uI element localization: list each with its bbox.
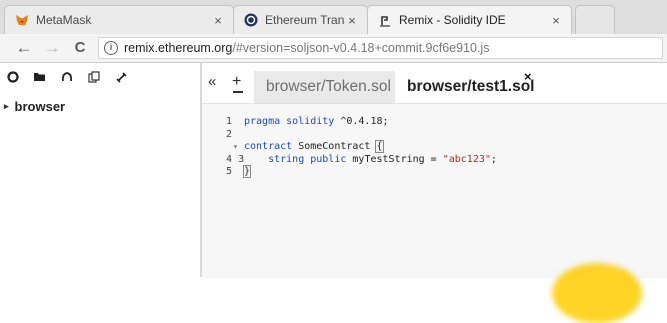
browser-tab-metamask[interactable]: MetaMask ×: [4, 5, 234, 34]
editor-tab-bar: « + browser/Token.sol browser/test1.sol …: [202, 63, 667, 103]
line-number-gutter: 1 2 3 ▾ 4 5: [202, 116, 244, 179]
code-line: contract SomeContract {: [244, 140, 497, 154]
code-editor[interactable]: 1 2 3 ▾ 4 5 pragma solidity ^0.4.18; con…: [202, 103, 667, 278]
open-folder-icon[interactable]: [33, 71, 47, 85]
code-identifier: myTestString: [352, 153, 425, 165]
browser-tab-strip: MetaMask × Ethereum Transaction 0x × Rem…: [0, 0, 667, 34]
browser-tab-remix[interactable]: Remix - Solidity IDE ×: [367, 5, 572, 34]
file-explorer-panel: ▸ browser: [0, 63, 200, 277]
code-string: "abc123": [442, 153, 491, 165]
folder-browser[interactable]: ▸ browser: [4, 99, 65, 114]
reload-button[interactable]: C: [70, 37, 90, 59]
line-number: 4: [225, 153, 232, 165]
code-lines[interactable]: pragma solidity ^0.4.18; contract SomeCo…: [242, 116, 497, 179]
metamask-fox-icon: [15, 13, 29, 27]
code-line: pragma solidity ^0.4.18;: [244, 116, 497, 129]
url-host: remix.ethereum.org: [124, 41, 233, 55]
browser-tab-etherscan[interactable]: Ethereum Transaction 0x ×: [233, 5, 368, 34]
add-file-button[interactable]: +: [232, 73, 244, 93]
code-punct: =: [424, 153, 443, 165]
forward-button[interactable]: →: [42, 37, 62, 59]
close-editor-tab-icon[interactable]: ×: [524, 69, 532, 84]
code-punct: ;: [382, 116, 389, 127]
tab-title: Remix - Solidity IDE: [399, 13, 506, 27]
line-number: 1: [225, 116, 232, 127]
tab-title: Ethereum Transaction 0x: [265, 13, 345, 27]
code-keyword: string public: [268, 153, 347, 165]
collapse-panel-button[interactable]: «: [208, 73, 216, 90]
line-number-row: 3 ▾: [202, 141, 244, 165]
github-icon[interactable]: [60, 71, 74, 85]
remix-icon: [378, 13, 392, 27]
fold-arrow-icon[interactable]: ▾: [233, 141, 238, 154]
address-bar[interactable]: i remix.ethereum.org /#version=soljson-v…: [98, 37, 663, 59]
back-button[interactable]: ←: [14, 37, 34, 59]
browser-toolbar: ← → C i remix.ethereum.org /#version=sol…: [0, 34, 667, 63]
code-punct: ;: [490, 153, 497, 165]
code-brace: }: [242, 165, 252, 179]
cursor-highlight: [552, 263, 642, 323]
new-file-icon[interactable]: [6, 71, 20, 85]
etherscan-icon: [244, 13, 258, 27]
code-version: ^0.4.18: [340, 116, 383, 127]
line-number: 5: [225, 166, 232, 178]
tab-title: MetaMask: [36, 13, 92, 27]
close-tab-icon[interactable]: ×: [549, 13, 563, 28]
code-line: }: [242, 165, 497, 179]
line-number: 2: [225, 128, 232, 140]
code-identifier: SomeContract: [298, 141, 371, 153]
close-tab-icon[interactable]: ×: [211, 13, 225, 28]
code-line: string public myTestString = "abc123";: [244, 154, 497, 167]
code-keyword: pragma solidity: [244, 116, 335, 127]
folder-label: browser: [14, 99, 66, 114]
file-explorer-toolbar: [6, 71, 128, 87]
code-keyword: contract: [244, 141, 293, 153]
new-tab-button[interactable]: [575, 5, 615, 34]
site-info-icon[interactable]: i: [104, 41, 118, 55]
editor-tab-token[interactable]: browser/Token.sol: [254, 71, 403, 103]
copy-icon[interactable]: [87, 71, 101, 85]
close-tab-icon[interactable]: ×: [345, 13, 359, 28]
url-path: /#version=soljson-v0.4.18+commit.9cf6e91…: [232, 41, 490, 55]
code-brace: {: [375, 140, 384, 154]
caret-right-icon[interactable]: ▸: [4, 101, 9, 112]
link-icon[interactable]: [114, 71, 128, 85]
